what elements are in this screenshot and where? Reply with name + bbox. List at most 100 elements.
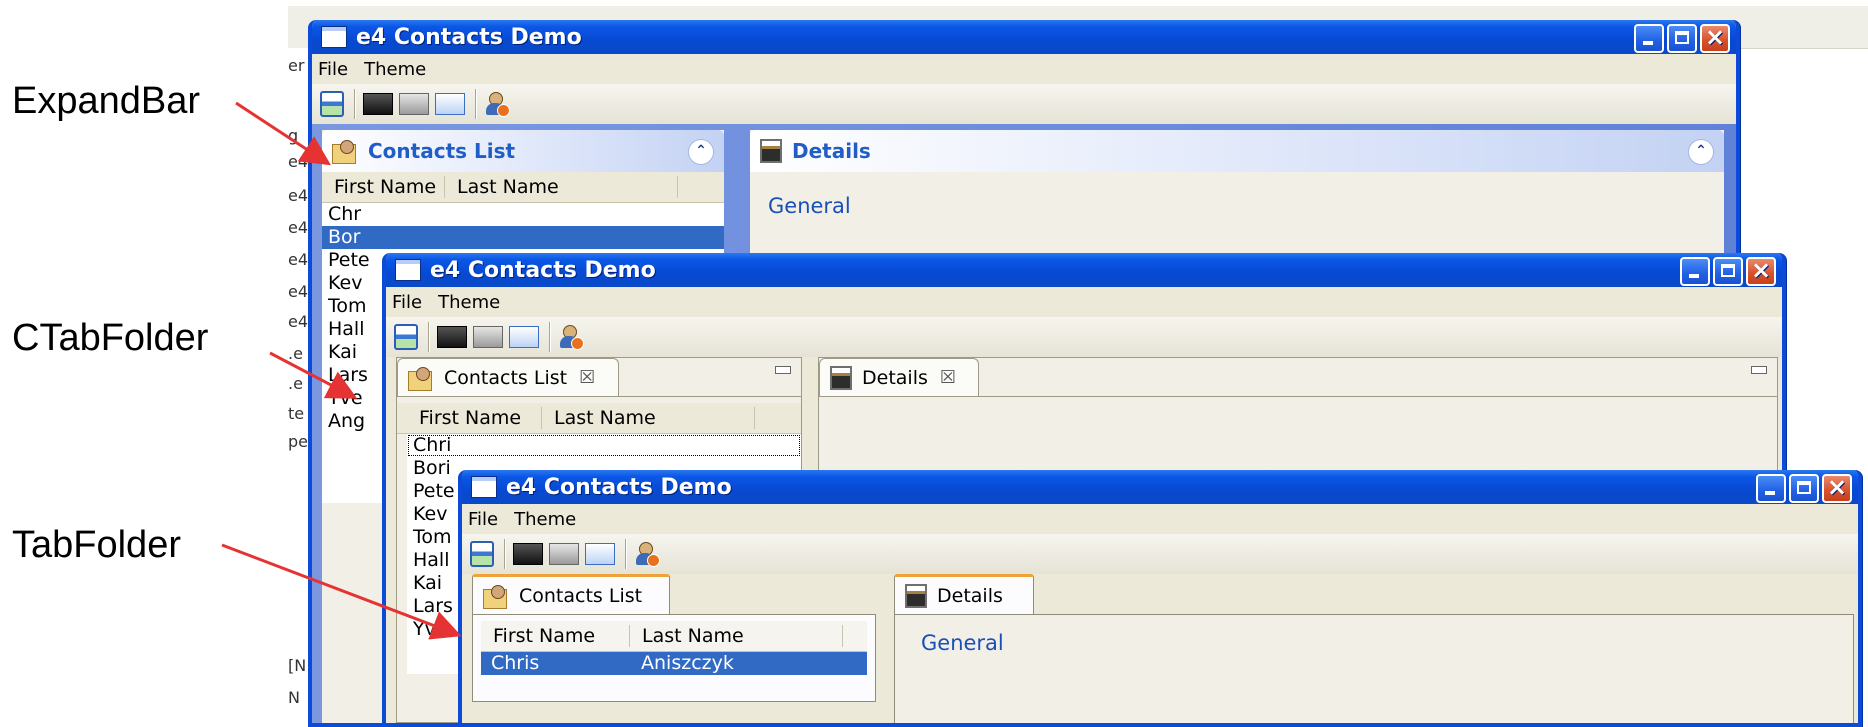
tab-bar: Contacts List bbox=[472, 574, 876, 615]
expand-item-header[interactable]: Details ⌃ bbox=[750, 130, 1724, 172]
window-title: e4 Contacts Demo bbox=[430, 257, 656, 283]
menu-bar: File Theme bbox=[462, 504, 1858, 534]
menu-theme[interactable]: Theme bbox=[514, 509, 576, 530]
maximize-button[interactable] bbox=[1789, 474, 1819, 503]
section-general: General bbox=[768, 194, 851, 218]
ctab-bar: Contacts List ☒ bbox=[397, 358, 801, 397]
table-header: First Name Last Name bbox=[322, 172, 724, 203]
table-row[interactable]: Chris Aniszczyk bbox=[481, 652, 867, 675]
table-row[interactable]: Chri bbox=[407, 434, 801, 457]
theme-blue-icon bbox=[509, 326, 539, 348]
window-tabfolder: e4 Contacts Demo × File Theme Contacts L… bbox=[458, 470, 1862, 727]
toolbar-separator bbox=[549, 322, 550, 352]
column-last-name[interactable]: Last Name bbox=[542, 407, 755, 429]
background-fragment: [N bbox=[288, 656, 307, 675]
cell-last-name: Aniszczyk bbox=[641, 652, 734, 674]
window-title-bar[interactable]: e4 Contacts Demo × bbox=[386, 253, 1782, 287]
maximize-button[interactable] bbox=[1667, 24, 1697, 53]
tab-contacts-list[interactable]: Contacts List ☒ bbox=[397, 358, 619, 396]
background-fragment: e4 bbox=[288, 250, 309, 269]
tab-bar: Details bbox=[894, 574, 1854, 615]
column-first-name[interactable]: First Name bbox=[322, 176, 445, 198]
theme-blue-button[interactable] bbox=[585, 540, 615, 568]
expand-item-header[interactable]: Contacts List ⌃ bbox=[322, 130, 724, 172]
toolbar-separator bbox=[354, 89, 355, 119]
theme-blue-button[interactable] bbox=[509, 323, 539, 351]
toolbar-separator bbox=[625, 539, 626, 569]
column-first-name[interactable]: First Name bbox=[481, 625, 630, 647]
minimize-button[interactable] bbox=[1680, 257, 1710, 286]
column-first-name[interactable]: First Name bbox=[407, 407, 542, 429]
theme-dark-button[interactable] bbox=[513, 540, 543, 568]
theme-dark-button[interactable] bbox=[437, 323, 467, 351]
column-last-name[interactable]: Last Name bbox=[630, 625, 843, 647]
close-button[interactable]: × bbox=[1822, 473, 1852, 503]
menu-file[interactable]: File bbox=[318, 59, 348, 80]
tab-details[interactable]: Details bbox=[894, 574, 1034, 614]
tab-details[interactable]: Details ☒ bbox=[819, 358, 979, 396]
minimize-button[interactable] bbox=[1756, 474, 1786, 503]
close-icon: × bbox=[1826, 473, 1848, 501]
column-last-name[interactable]: Last Name bbox=[445, 176, 678, 198]
user-action-icon bbox=[484, 91, 510, 117]
background-fragment: e4 bbox=[288, 282, 309, 301]
toolbar bbox=[386, 317, 1782, 358]
background-fragment: e4 bbox=[288, 152, 309, 171]
window-icon bbox=[322, 27, 346, 47]
menu-theme[interactable]: Theme bbox=[438, 292, 500, 313]
tab-label: Contacts List bbox=[519, 584, 643, 607]
details-icon bbox=[830, 365, 852, 390]
minimize-panel-icon[interactable] bbox=[1751, 366, 1767, 374]
expand-item-title: Contacts List bbox=[368, 139, 516, 163]
callout-expandbar: ExpandBar bbox=[12, 80, 201, 122]
close-icon: × bbox=[1750, 256, 1772, 284]
maximize-icon bbox=[1721, 264, 1735, 277]
theme-gray-button[interactable] bbox=[399, 90, 429, 118]
user-action-button[interactable] bbox=[558, 323, 584, 351]
theme-dark-icon bbox=[363, 93, 393, 115]
menu-theme[interactable]: Theme bbox=[364, 59, 426, 80]
window-title: e4 Contacts Demo bbox=[356, 24, 582, 50]
chevron-up-double-icon[interactable]: ⌃ bbox=[1688, 139, 1714, 165]
save-icon bbox=[320, 91, 344, 117]
save-button[interactable] bbox=[394, 323, 418, 351]
theme-dark-button[interactable] bbox=[363, 90, 393, 118]
table-row[interactable]: Bor bbox=[322, 226, 724, 249]
user-action-icon bbox=[558, 324, 584, 350]
theme-blue-button[interactable] bbox=[435, 90, 465, 118]
table-row[interactable]: Chr bbox=[322, 203, 724, 226]
close-button[interactable]: × bbox=[1700, 23, 1730, 53]
details-icon bbox=[760, 139, 782, 163]
contacts-list-tab-folder: Contacts List First Name Last Name Chris… bbox=[472, 574, 876, 723]
background-fragment: pe bbox=[288, 432, 308, 451]
user-action-button[interactable] bbox=[634, 540, 660, 568]
tab-label: Details bbox=[937, 584, 1003, 607]
menu-file[interactable]: File bbox=[392, 292, 422, 313]
window-title-bar[interactable]: e4 Contacts Demo × bbox=[312, 20, 1736, 54]
window-title-bar[interactable]: e4 Contacts Demo × bbox=[462, 470, 1858, 504]
save-button[interactable] bbox=[470, 540, 494, 568]
minimize-panel-icon[interactable] bbox=[775, 366, 791, 374]
close-button[interactable]: × bbox=[1746, 256, 1776, 286]
close-tab-icon[interactable]: ☒ bbox=[940, 367, 956, 388]
tab-body: First Name Last Name Chris Aniszczyk bbox=[472, 615, 876, 702]
chevron-up-double-icon[interactable]: ⌃ bbox=[688, 139, 714, 165]
ctab-bar: Details ☒ bbox=[819, 358, 1777, 397]
maximize-button[interactable] bbox=[1713, 257, 1743, 286]
window-title: e4 Contacts Demo bbox=[506, 474, 732, 500]
background-fragment: g bbox=[288, 126, 299, 145]
minimize-button[interactable] bbox=[1634, 24, 1664, 53]
toolbar-separator bbox=[504, 539, 505, 569]
user-action-icon bbox=[634, 541, 660, 567]
save-button[interactable] bbox=[320, 90, 344, 118]
tab-contacts-list[interactable]: Contacts List bbox=[472, 574, 670, 614]
callout-tabfolder: TabFolder bbox=[12, 524, 181, 566]
toolbar bbox=[462, 534, 1858, 575]
theme-gray-button[interactable] bbox=[549, 540, 579, 568]
user-action-button[interactable] bbox=[484, 90, 510, 118]
theme-gray-button[interactable] bbox=[473, 323, 503, 351]
close-tab-icon[interactable]: ☒ bbox=[579, 367, 595, 388]
theme-dark-icon bbox=[513, 543, 543, 565]
menu-file[interactable]: File bbox=[468, 509, 498, 530]
theme-gray-icon bbox=[399, 93, 429, 115]
